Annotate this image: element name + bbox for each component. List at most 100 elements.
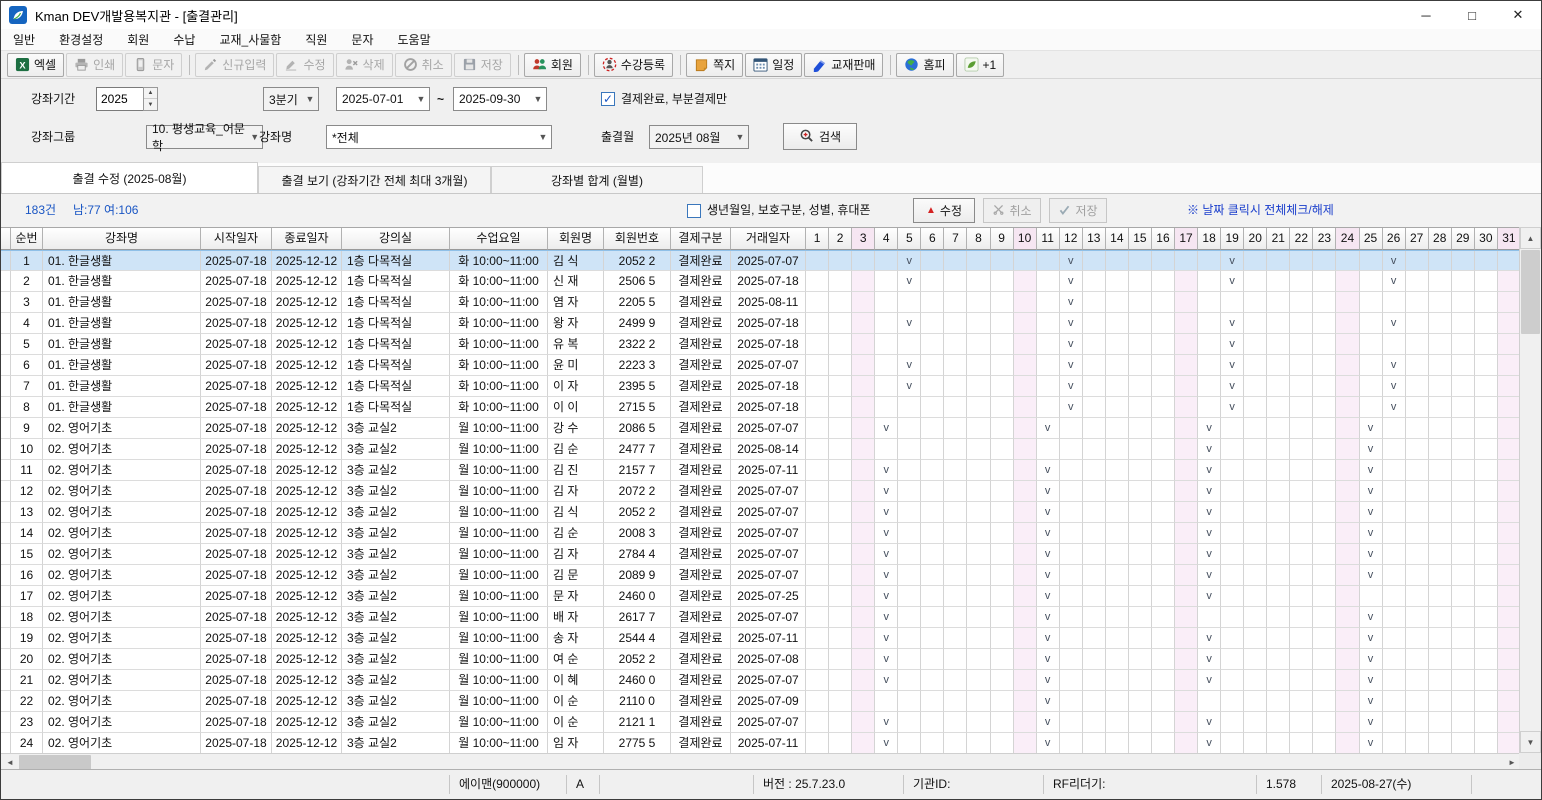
table-row[interactable]: 1502. 영어기초2025-07-182025-12-123층 교실2월 10… — [1, 544, 1521, 565]
attendance-cell-day-16[interactable] — [1152, 670, 1175, 691]
attendance-cell-day-22[interactable] — [1290, 628, 1313, 649]
attendance-cell-day-12[interactable] — [1060, 628, 1083, 649]
attendance-cell-day-9[interactable] — [991, 628, 1014, 649]
attendance-cell-day-1[interactable] — [806, 355, 829, 376]
attendance-cell-day-9[interactable] — [991, 271, 1014, 292]
attendance-cell-day-12[interactable] — [1060, 607, 1083, 628]
attendance-cell-day-1[interactable] — [806, 523, 829, 544]
attendance-cell-day-26[interactable] — [1383, 439, 1406, 460]
attendance-cell-day-3[interactable] — [852, 418, 875, 439]
attendance-cell-day-15[interactable] — [1129, 292, 1152, 313]
attendance-cell-day-6[interactable] — [921, 460, 944, 481]
attendance-cell-day-11[interactable]: v — [1037, 649, 1060, 670]
attendance-cell-day-26[interactable] — [1383, 544, 1406, 565]
attendance-cell-day-17[interactable] — [1175, 313, 1198, 334]
attendance-cell-day-9[interactable] — [991, 355, 1014, 376]
attendance-cell-day-28[interactable] — [1429, 544, 1452, 565]
attendance-cell-day-1[interactable] — [806, 460, 829, 481]
attendance-cell-day-22[interactable] — [1290, 251, 1313, 271]
attendance-cell-day-13[interactable] — [1083, 691, 1106, 712]
attendance-cell-day-15[interactable] — [1129, 271, 1152, 292]
attendance-cell-day-18[interactable] — [1198, 397, 1221, 418]
attendance-cell-day-20[interactable] — [1244, 271, 1267, 292]
attendance-cell-day-15[interactable] — [1129, 355, 1152, 376]
attendance-cell-day-16[interactable] — [1152, 691, 1175, 712]
attendance-cell-day-12[interactable] — [1060, 712, 1083, 733]
attendance-cell-day-16[interactable] — [1152, 292, 1175, 313]
attendance-cell-day-24[interactable] — [1336, 271, 1359, 292]
attendance-cell-day-25[interactable]: v — [1360, 607, 1383, 628]
attendance-cell-day-4[interactable]: v — [875, 460, 898, 481]
attendance-cell-day-17[interactable] — [1175, 628, 1198, 649]
attendance-cell-day-18[interactable]: v — [1198, 586, 1221, 607]
attendance-cell-day-17[interactable] — [1175, 481, 1198, 502]
attendance-cell-day-10[interactable] — [1014, 712, 1037, 733]
attendance-cell-day-18[interactable] — [1198, 313, 1221, 334]
attendance-cell-day-1[interactable] — [806, 418, 829, 439]
attendance-cell-day-6[interactable] — [921, 712, 944, 733]
attendance-cell-day-16[interactable] — [1152, 418, 1175, 439]
day-header-19[interactable]: 19 — [1221, 228, 1244, 250]
attendance-cell-day-31[interactable] — [1498, 565, 1521, 586]
attendance-cell-day-17[interactable] — [1175, 607, 1198, 628]
attendance-cell-day-28[interactable] — [1429, 733, 1452, 754]
attendance-cell-day-2[interactable] — [829, 334, 852, 355]
attendance-cell-day-1[interactable] — [806, 271, 829, 292]
attendance-cell-day-13[interactable] — [1083, 733, 1106, 754]
attendance-cell-day-26[interactable] — [1383, 565, 1406, 586]
attendance-cell-day-18[interactable]: v — [1198, 733, 1221, 754]
attendance-cell-day-26[interactable]: v — [1383, 271, 1406, 292]
attendance-cell-day-19[interactable] — [1221, 502, 1244, 523]
attendance-cell-day-13[interactable] — [1083, 355, 1106, 376]
attendance-cell-day-14[interactable] — [1106, 607, 1129, 628]
attendance-cell-day-13[interactable] — [1083, 418, 1106, 439]
toolbar-button-note[interactable]: 쪽지 — [686, 53, 743, 77]
attendance-cell-day-5[interactable] — [898, 733, 921, 754]
attendance-cell-day-15[interactable] — [1129, 670, 1152, 691]
attendance-cell-day-31[interactable] — [1498, 733, 1521, 754]
attendance-cell-day-22[interactable] — [1290, 292, 1313, 313]
attendance-cell-day-27[interactable] — [1406, 376, 1429, 397]
attendance-cell-day-12[interactable]: v — [1060, 355, 1083, 376]
attendance-cell-day-14[interactable] — [1106, 334, 1129, 355]
attendance-cell-day-14[interactable] — [1106, 712, 1129, 733]
attendance-cell-day-19[interactable] — [1221, 481, 1244, 502]
attendance-cell-day-18[interactable]: v — [1198, 565, 1221, 586]
attendance-cell-day-17[interactable] — [1175, 544, 1198, 565]
attendance-cell-day-15[interactable] — [1129, 565, 1152, 586]
attendance-cell-day-11[interactable] — [1037, 376, 1060, 397]
attendance-cell-day-25[interactable]: v — [1360, 691, 1383, 712]
attendance-cell-day-19[interactable] — [1221, 586, 1244, 607]
attendance-cell-day-7[interactable] — [944, 712, 967, 733]
attendance-cell-day-21[interactable] — [1267, 355, 1290, 376]
attendance-cell-day-16[interactable] — [1152, 607, 1175, 628]
attendance-cell-day-17[interactable] — [1175, 292, 1198, 313]
attendance-cell-day-22[interactable] — [1290, 271, 1313, 292]
attendance-cell-day-4[interactable]: v — [875, 418, 898, 439]
attendance-cell-day-10[interactable] — [1014, 439, 1037, 460]
toolbar-button-new-entry[interactable]: 신규입력 — [195, 53, 274, 77]
attendance-cell-day-1[interactable] — [806, 502, 829, 523]
attendance-cell-day-26[interactable] — [1383, 502, 1406, 523]
attendance-cell-day-27[interactable] — [1406, 334, 1429, 355]
attendance-cell-day-14[interactable] — [1106, 376, 1129, 397]
menu-item-4[interactable]: 수납 — [161, 29, 207, 50]
attendance-cell-day-13[interactable] — [1083, 523, 1106, 544]
attendance-cell-day-14[interactable] — [1106, 670, 1129, 691]
attendance-cell-day-17[interactable] — [1175, 460, 1198, 481]
attendance-cell-day-17[interactable] — [1175, 586, 1198, 607]
attendance-cell-day-6[interactable] — [921, 733, 944, 754]
attendance-cell-day-11[interactable] — [1037, 397, 1060, 418]
attendance-cell-day-21[interactable] — [1267, 544, 1290, 565]
attendance-cell-day-26[interactable] — [1383, 460, 1406, 481]
attendance-cell-day-17[interactable] — [1175, 251, 1198, 271]
attendance-cell-day-26[interactable] — [1383, 628, 1406, 649]
attendance-cell-day-9[interactable] — [991, 607, 1014, 628]
attendance-cell-day-5[interactable] — [898, 670, 921, 691]
attendance-cell-day-23[interactable] — [1313, 712, 1336, 733]
attendance-cell-day-22[interactable] — [1290, 397, 1313, 418]
table-row[interactable]: 601. 한글생활2025-07-182025-12-121층 다목적실화 10… — [1, 355, 1521, 376]
attendance-cell-day-6[interactable] — [921, 670, 944, 691]
attendance-cell-day-12[interactable]: v — [1060, 376, 1083, 397]
attendance-cell-day-10[interactable] — [1014, 502, 1037, 523]
